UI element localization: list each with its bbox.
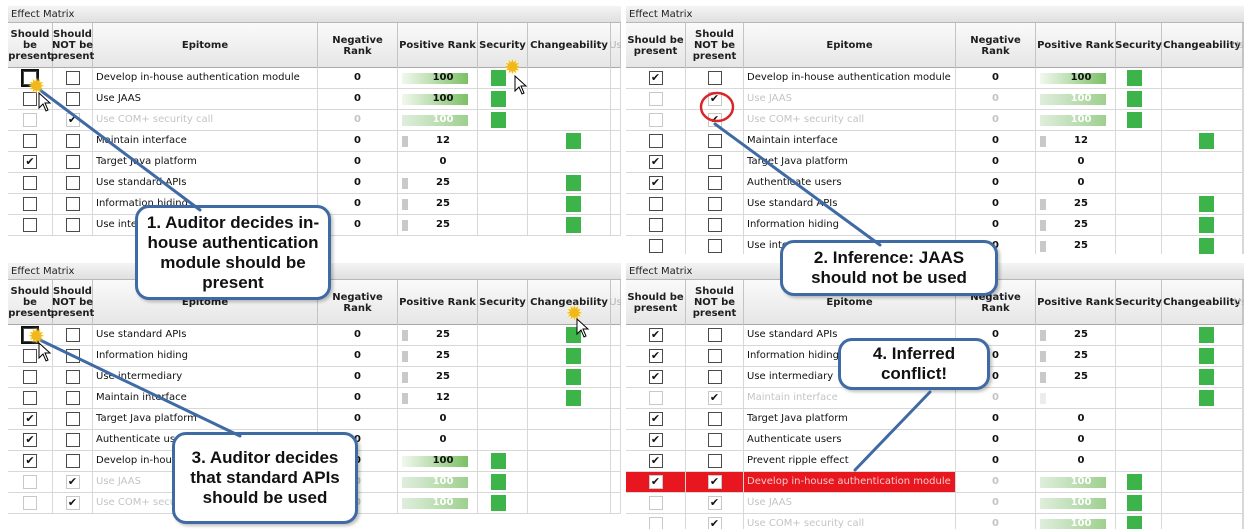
mouse-pointer-icon — [514, 75, 528, 95]
mouse-pointer-icon — [38, 92, 52, 112]
mouse-pointer-icon — [38, 342, 52, 362]
annotation-overlay — [38, 88, 932, 472]
mouse-pointer-icon — [576, 318, 590, 338]
highlight-circle — [699, 91, 735, 123]
click-burst-icon: ✹ — [504, 55, 521, 79]
